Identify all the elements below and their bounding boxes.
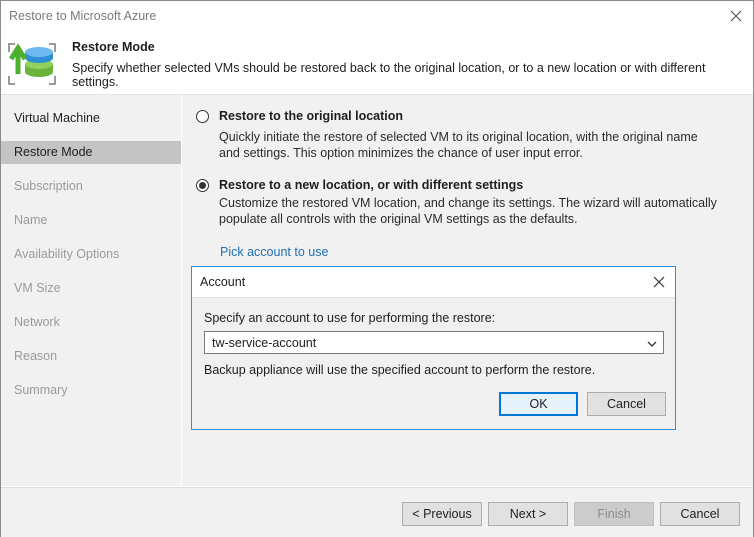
sidebar-item-restore-mode[interactable]: Restore Mode: [1, 141, 181, 164]
option-original-title[interactable]: Restore to the original location: [219, 109, 403, 123]
option-new-description: Customize the restored VM location, and …: [219, 196, 717, 226]
sidebar-item-availability-options: Availability Options: [14, 247, 120, 261]
sidebar-item-name: Name: [14, 213, 48, 227]
dialog-title: Account: [200, 275, 246, 289]
sidebar-item-reason: Reason: [14, 349, 58, 363]
title-bar: Restore to Microsoft Azure: [1, 1, 753, 32]
option-original-description: Quickly initiate the restore of selected…: [219, 130, 698, 160]
radio-new-location[interactable]: [196, 179, 209, 192]
restore-azure-icon: [7, 38, 57, 88]
close-icon[interactable]: [725, 5, 747, 27]
window-title: Restore to Microsoft Azure: [9, 9, 157, 23]
account-select-value: tw-service-account: [212, 336, 317, 350]
page-description: Specify whether selected VMs should be r…: [72, 61, 706, 89]
ok-button[interactable]: OK: [499, 392, 578, 416]
pick-account-link[interactable]: Pick account to use: [220, 245, 328, 259]
dialog-cancel-button[interactable]: Cancel: [587, 392, 666, 416]
account-note: Backup appliance will use the specified …: [204, 363, 596, 377]
account-dialog: Account Specify an account to use for pe…: [191, 266, 676, 430]
finish-button: Finish: [574, 502, 654, 526]
chevron-down-icon[interactable]: [647, 338, 657, 348]
wizard-header: Restore Mode Specify whether selected VM…: [1, 32, 753, 95]
sidebar-item-summary: Summary: [14, 383, 68, 397]
sidebar-item-virtual-machine[interactable]: Virtual Machine: [1, 107, 181, 130]
option-new-title[interactable]: Restore to a new location, or with diffe…: [219, 178, 523, 192]
wizard-sidebar: Virtual Machine Restore Mode Subscriptio…: [1, 95, 181, 486]
account-select[interactable]: tw-service-account: [204, 331, 664, 354]
radio-selected-dot: [199, 182, 206, 189]
radio-original-location[interactable]: [196, 110, 209, 123]
cancel-button[interactable]: Cancel: [660, 502, 740, 526]
dialog-close-icon[interactable]: [651, 274, 667, 290]
dialog-title-bar: Account: [192, 267, 675, 298]
page-title: Restore Mode: [72, 40, 155, 54]
next-button[interactable]: Next >: [488, 502, 568, 526]
previous-button[interactable]: < Previous: [402, 502, 482, 526]
sidebar-item-network: Network: [14, 315, 60, 329]
sidebar-item-vm-size: VM Size: [14, 281, 61, 295]
account-label: Specify an account to use for performing…: [204, 311, 496, 325]
sidebar-item-subscription: Subscription: [14, 179, 83, 193]
wizard-footer: < Previous Next > Finish Cancel: [1, 487, 753, 537]
